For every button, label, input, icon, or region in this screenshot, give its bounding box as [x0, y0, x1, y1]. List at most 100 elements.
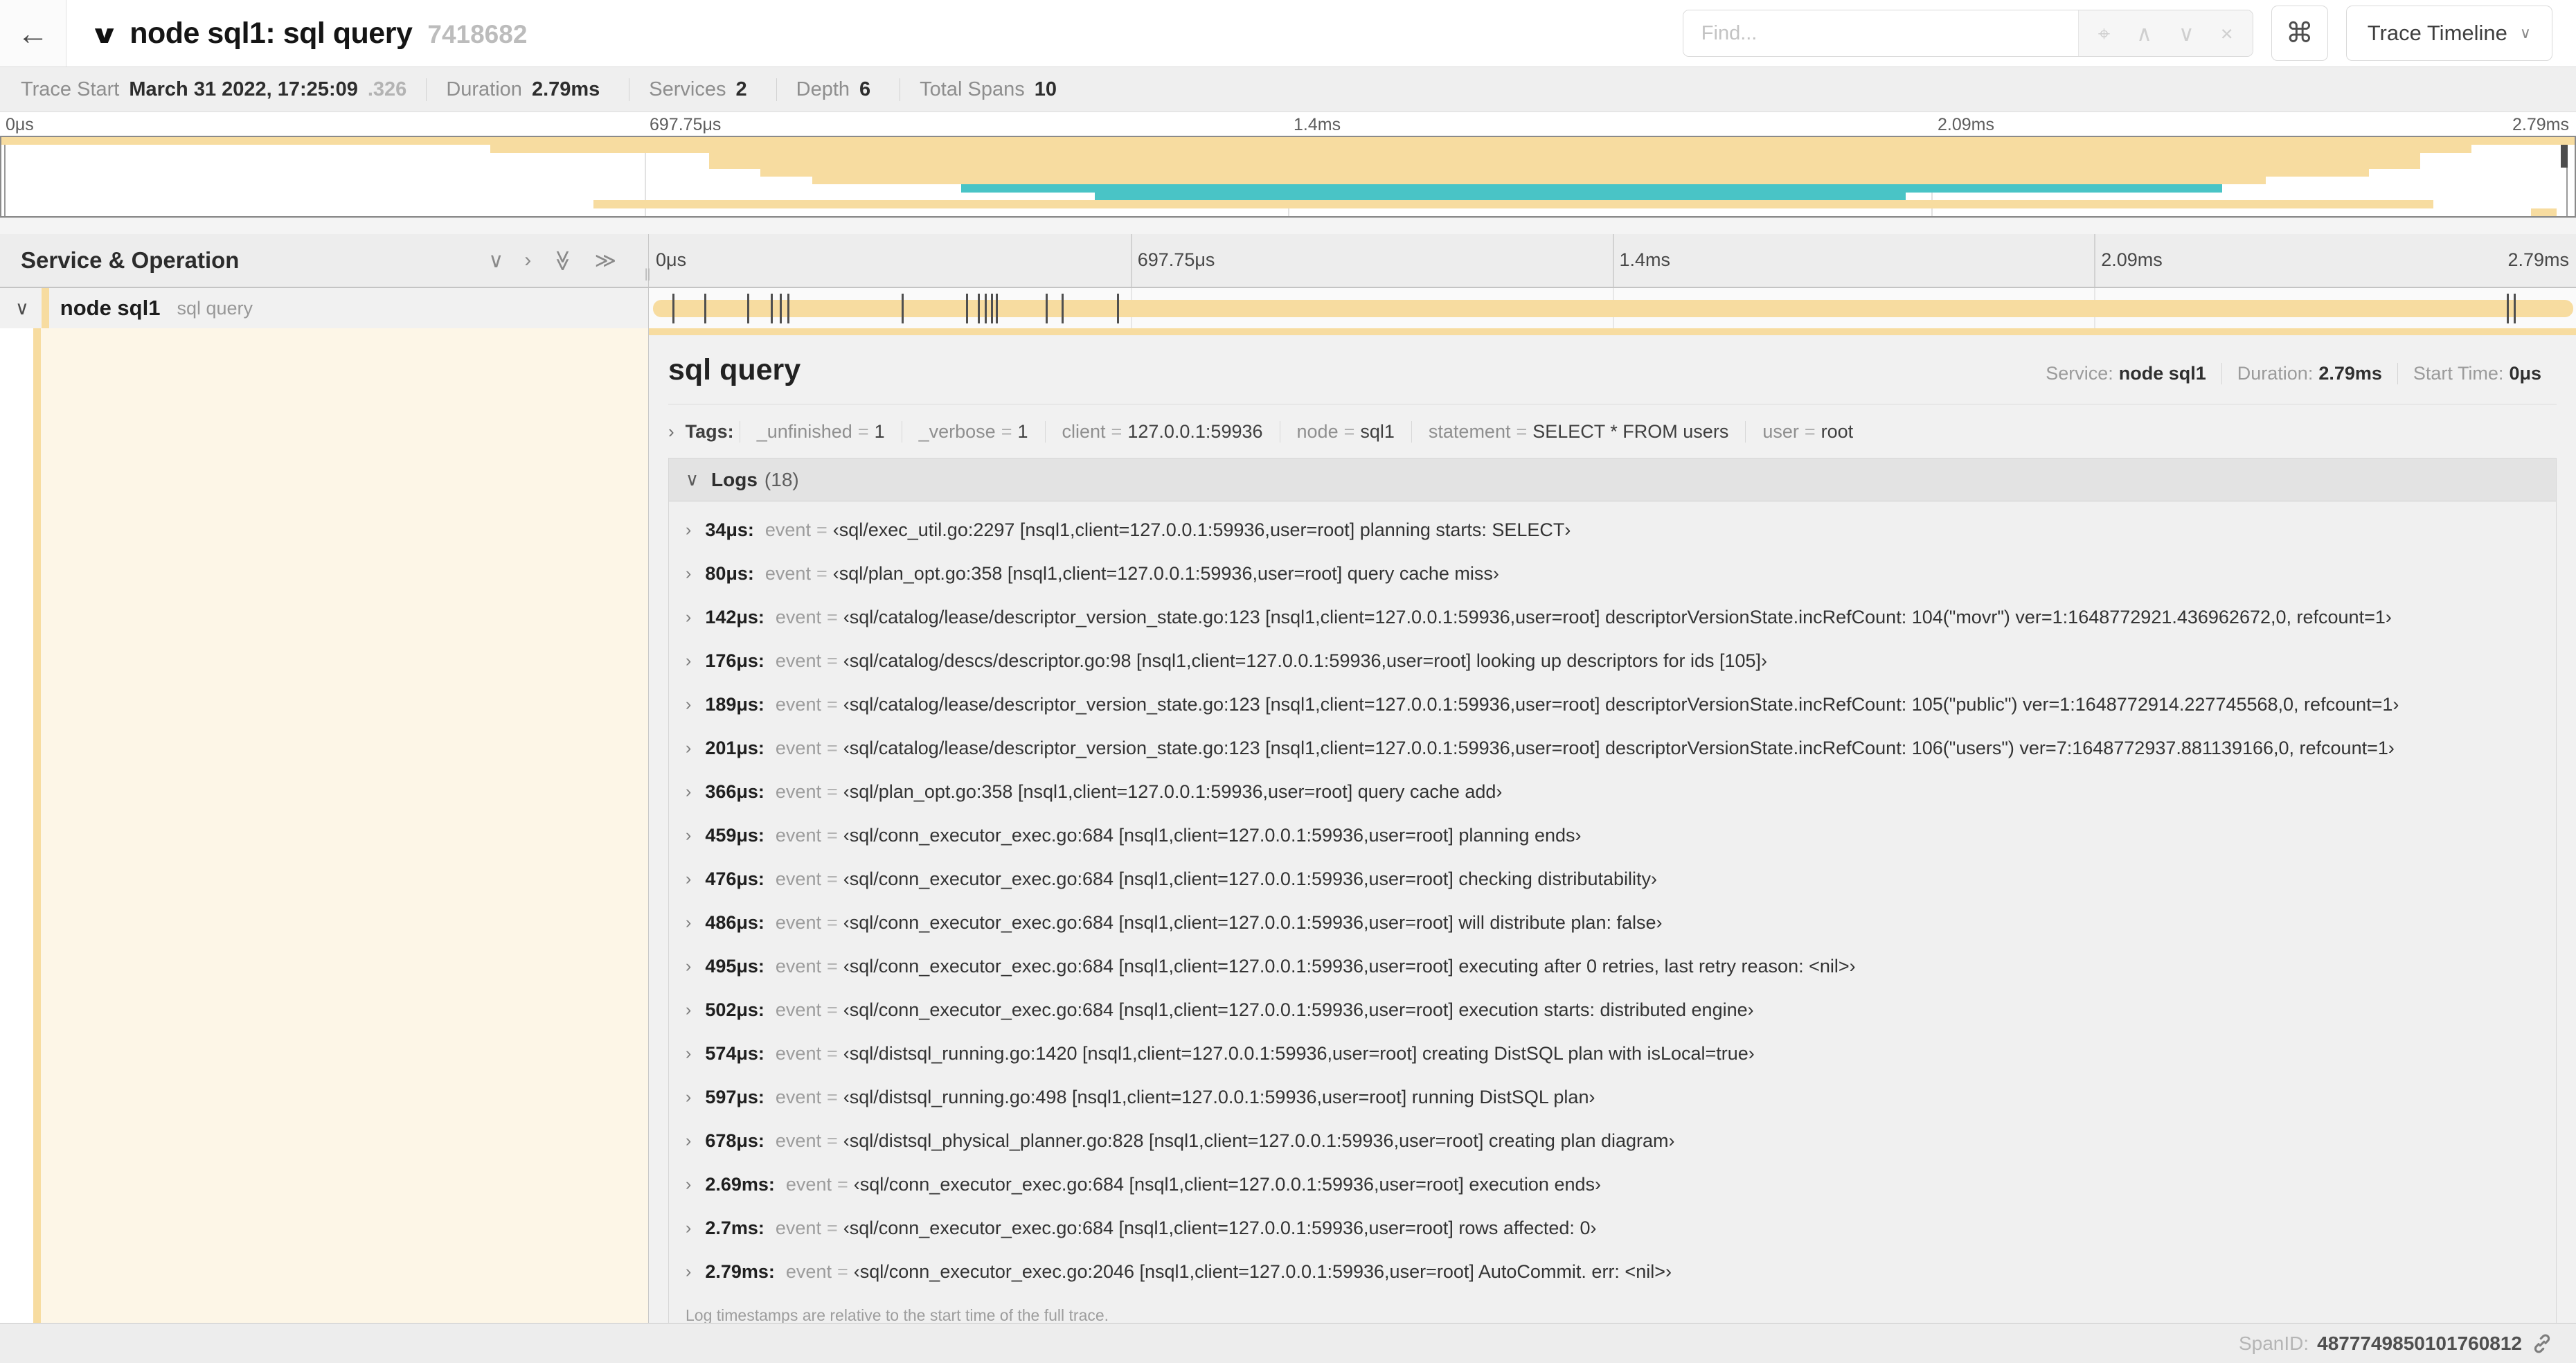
- span-timeline-cell[interactable]: [649, 288, 2576, 328]
- logs-header[interactable]: ∨ Logs (18): [669, 458, 2556, 501]
- minimap-left-handle[interactable]: [4, 137, 6, 216]
- summary-value: 6: [859, 78, 871, 100]
- title-collapse-icon[interactable]: ∨: [89, 20, 120, 49]
- log-row[interactable]: › 189μs: event = ‹sql/catalog/lease/desc…: [669, 683, 2556, 727]
- log-expand-icon[interactable]: ›: [686, 520, 691, 540]
- span-duration-bar[interactable]: [653, 300, 2573, 317]
- log-expand-icon[interactable]: ›: [686, 1218, 691, 1238]
- prev-result-icon[interactable]: ∧: [2136, 23, 2152, 44]
- span-name-cell[interactable]: ∨ node sql1 sql query: [0, 288, 649, 328]
- log-row[interactable]: › 34μs: event = ‹sql/exec_util.go:2297 […: [669, 508, 2556, 552]
- find-input[interactable]: [1683, 10, 2078, 56]
- keyboard-shortcuts-button[interactable]: ⌘: [2271, 6, 2328, 61]
- minimap-tick-labels: 0μs 697.75μs 1.4ms 2.09ms 2.79ms: [0, 112, 2576, 136]
- tags-expand-icon[interactable]: ›: [668, 421, 674, 443]
- log-row[interactable]: › 2.69ms: event = ‹sql/conn_executor_exe…: [669, 1163, 2556, 1206]
- log-expand-icon[interactable]: ›: [686, 738, 691, 758]
- tags-row[interactable]: › Tags: _unfinished = 1 _verbose = 1 client =…: [668, 421, 2557, 443]
- span-collapse-icon[interactable]: ∨: [15, 298, 29, 319]
- log-row[interactable]: › 176μs: event = ‹sql/catalog/descs/desc…: [669, 639, 2556, 683]
- tag-equals: =: [1516, 421, 1528, 442]
- trace-title-wrap: ∨ node sql1: sql query 7418682: [89, 17, 528, 51]
- log-row[interactable]: › 80μs: event = ‹sql/plan_opt.go:358 [ns…: [669, 552, 2556, 596]
- log-row[interactable]: › 495μs: event = ‹sql/conn_executor_exec…: [669, 945, 2556, 988]
- collapse-all-icon[interactable]: ≫: [551, 249, 575, 271]
- log-expand-icon[interactable]: ›: [686, 1000, 691, 1020]
- log-expand-icon[interactable]: ›: [686, 1262, 691, 1282]
- detail-row-tint: [41, 328, 648, 1323]
- expand-one-icon[interactable]: ›: [524, 249, 531, 272]
- top-bar-actions: ⌖ ∧ ∨ × ⌘ Trace Timeline ∨: [1682, 6, 2552, 61]
- log-row[interactable]: › 366μs: event = ‹sql/plan_opt.go:358 [n…: [669, 770, 2556, 814]
- ruler-gridline: [1130, 234, 1132, 287]
- log-expand-icon[interactable]: ›: [686, 1175, 691, 1195]
- log-equals: =: [826, 999, 838, 1020]
- log-message: ‹sql/conn_executor_exec.go:684 [nsql1,cl…: [843, 956, 1856, 977]
- log-message: ‹sql/distsql_running.go:498 [nsql1,clien…: [843, 1087, 1595, 1107]
- log-equals: =: [826, 738, 838, 758]
- ruler-tick-label: 1.4ms: [1619, 249, 1671, 270]
- log-field-name: event: [785, 1174, 832, 1195]
- summary-item: Depth 6: [776, 78, 900, 101]
- log-expand-icon[interactable]: ›: [686, 564, 691, 584]
- log-expand-icon[interactable]: ›: [686, 782, 691, 802]
- expand-all-icon[interactable]: ≫: [595, 249, 616, 273]
- log-row[interactable]: › 2.7ms: event = ‹sql/conn_executor_exec…: [669, 1206, 2556, 1250]
- logs-collapse-icon[interactable]: ∨: [686, 469, 699, 490]
- tag-value: SELECT * FROM users: [1532, 421, 1729, 442]
- summary-value: 10: [1034, 78, 1057, 100]
- meta-value: node sql1: [2118, 363, 2206, 384]
- clear-search-icon[interactable]: ×: [2221, 23, 2233, 44]
- log-expand-icon[interactable]: ›: [686, 956, 691, 977]
- log-expand-icon[interactable]: ›: [686, 869, 691, 889]
- span-id-bar: SpanID: 4877749850101760812: [0, 1323, 2576, 1363]
- log-expand-icon[interactable]: ›: [686, 913, 691, 933]
- collapse-one-icon[interactable]: ∨: [488, 249, 503, 273]
- log-expand-icon[interactable]: ›: [686, 695, 691, 715]
- tag-equals: =: [1804, 421, 1816, 442]
- view-select-button[interactable]: Trace Timeline ∨: [2345, 6, 2552, 61]
- log-message: ‹sql/catalog/descs/descriptor.go:98 [nsq…: [843, 650, 1768, 671]
- deep-link-icon[interactable]: [2530, 1332, 2554, 1355]
- log-row[interactable]: › 459μs: event = ‹sql/conn_executor_exec…: [669, 814, 2556, 857]
- log-expand-icon[interactable]: ›: [686, 826, 691, 846]
- tag-value: 1: [874, 421, 885, 442]
- ruler-tick-label: 0μs: [656, 249, 687, 270]
- tag-equals: =: [1111, 421, 1122, 442]
- log-row[interactable]: › 486μs: event = ‹sql/conn_executor_exec…: [669, 901, 2556, 945]
- log-row[interactable]: › 142μs: event = ‹sql/catalog/lease/desc…: [669, 596, 2556, 639]
- minimap-right-handle[interactable]: [2561, 137, 2568, 216]
- tag-value: 127.0.0.1:59936: [1127, 421, 1263, 442]
- log-row[interactable]: › 597μs: event = ‹sql/distsql_running.go…: [669, 1076, 2556, 1119]
- summary-value: 2.79ms: [531, 78, 600, 100]
- tag-key: _verbose: [918, 421, 996, 442]
- back-button[interactable]: ←: [0, 0, 66, 66]
- log-tick-mark: [2507, 294, 2510, 323]
- log-row[interactable]: › 2.79ms: event = ‹sql/conn_executor_exe…: [669, 1250, 2556, 1294]
- summary-label: Depth: [796, 78, 850, 100]
- next-result-icon[interactable]: ∨: [2179, 23, 2194, 44]
- log-timestamp: 574μs:: [705, 1043, 764, 1064]
- log-field-name: event: [775, 956, 821, 977]
- log-expand-icon[interactable]: ›: [686, 651, 691, 671]
- log-tick-mark: [770, 294, 773, 323]
- focus-target-icon[interactable]: ⌖: [2098, 23, 2110, 44]
- ruler-gridline: [1612, 234, 1614, 287]
- log-expand-icon[interactable]: ›: [686, 1044, 691, 1064]
- timeline-minimap[interactable]: [0, 136, 2576, 217]
- log-expand-icon[interactable]: ›: [686, 1087, 691, 1107]
- chevron-down-icon: ∨: [2519, 24, 2531, 42]
- log-row[interactable]: › 678μs: event = ‹sql/distsql_physical_p…: [669, 1119, 2556, 1163]
- span-row[interactable]: ∨ node sql1 sql query: [0, 288, 2576, 328]
- log-expand-icon[interactable]: ›: [686, 1131, 691, 1151]
- tag-equals: =: [1001, 421, 1012, 442]
- log-equals: =: [826, 1087, 838, 1107]
- log-row[interactable]: › 476μs: event = ‹sql/conn_executor_exec…: [669, 857, 2556, 901]
- tags-label: Tags:: [685, 421, 734, 442]
- log-expand-icon[interactable]: ›: [686, 607, 691, 627]
- log-tick-mark: [965, 294, 968, 323]
- log-row[interactable]: › 201μs: event = ‹sql/catalog/lease/desc…: [669, 727, 2556, 770]
- log-row[interactable]: › 574μs: event = ‹sql/distsql_running.go…: [669, 1032, 2556, 1076]
- summary-item: Services 2: [629, 78, 776, 101]
- log-row[interactable]: › 502μs: event = ‹sql/conn_executor_exec…: [669, 988, 2556, 1032]
